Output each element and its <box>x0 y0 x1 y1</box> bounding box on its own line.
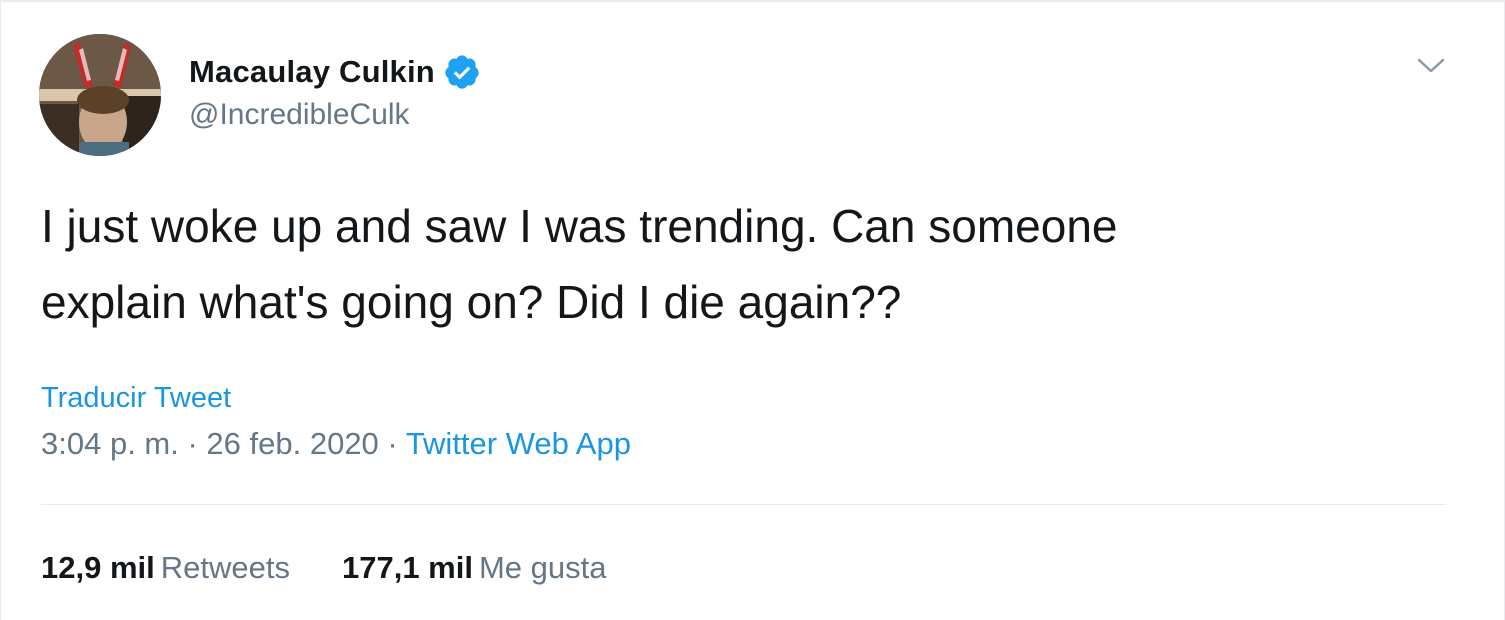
author-display-name[interactable]: Macaulay Culkin <box>189 54 435 90</box>
profile-photo-icon <box>39 34 161 156</box>
retweets-stat[interactable]: 12,9 mil Retweets <box>41 550 290 586</box>
tweet-time[interactable]: 3:04 p. m. <box>41 426 179 461</box>
meta-separator: · <box>178 426 207 461</box>
tweet-text-line: I just woke up and saw I was trending. C… <box>41 200 1118 252</box>
tweet-date[interactable]: 26 feb. 2020 <box>206 426 378 461</box>
retweets-count: 12,9 mil <box>41 550 155 585</box>
likes-stat[interactable]: 177,1 mil Me gusta <box>342 550 607 586</box>
translate-tweet-link[interactable]: Traducir Tweet <box>41 382 231 415</box>
tweet-metadata: 3:04 p. m. · 26 feb. 2020 · Twitter Web … <box>41 426 631 462</box>
meta-separator: · <box>378 426 406 461</box>
tweet-stats: 12,9 mil Retweets 177,1 mil Me gusta <box>41 550 658 586</box>
likes-count: 177,1 mil <box>341 550 473 585</box>
likes-label: Me gusta <box>478 550 607 585</box>
avatar[interactable] <box>39 34 161 156</box>
more-options-button[interactable] <box>1411 46 1451 86</box>
chevron-down-icon <box>1417 58 1445 73</box>
tweet-source-link[interactable]: Twitter Web App <box>406 426 631 461</box>
author-handle[interactable]: @IncredibleCulk <box>189 98 481 132</box>
tweet-text: I just woke up and saw I was trending. C… <box>41 188 1441 340</box>
tweet-card: Macaulay Culkin @IncredibleCulk I just w… <box>0 0 1505 620</box>
author-info: Macaulay Culkin @IncredibleCulk <box>189 50 481 132</box>
divider <box>41 504 1446 505</box>
verified-badge-icon <box>443 53 481 91</box>
retweets-label: Retweets <box>160 550 290 585</box>
tweet-text-line: explain what's going on? Did I die again… <box>41 276 902 328</box>
